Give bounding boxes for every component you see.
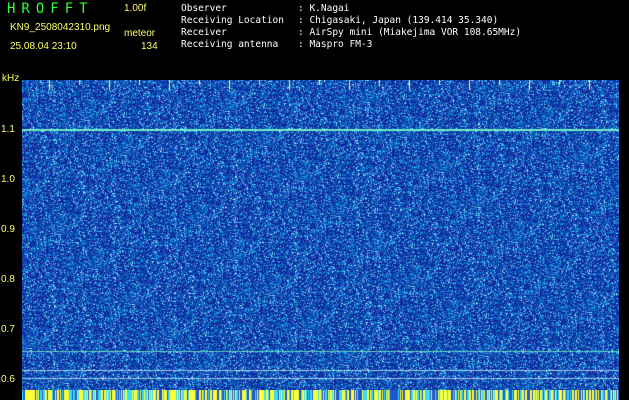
header-panel: HROFFT 1.00f KN9_2508042310.png meteor 2… [0, 0, 629, 80]
mode-label: meteor [124, 28, 156, 39]
y-tick-label: 1.1 [1, 124, 15, 135]
y-tick-label: 0.6 [1, 374, 15, 385]
y-tick-label: 0.8 [1, 274, 15, 285]
y-tick-label: 0.7 [1, 324, 15, 335]
datetime-label: 25.08.04 23:10 [10, 41, 77, 52]
station-info: Observer: K.Nagai Receiving Location: Ch… [181, 3, 521, 51]
info-row-observer: Observer: K.Nagai [181, 3, 350, 14]
app-title: HROFFT [7, 1, 94, 17]
spectrogram-canvas [22, 80, 619, 390]
y-tick-label: 0.9 [1, 224, 15, 235]
info-row-receiver: Receiver: AirSpy mini (Miakejima VOR 108… [181, 27, 522, 38]
info-row-antenna: Receiving antenna: Maspro FM-3 [181, 39, 373, 50]
signal-strength-bar [22, 390, 619, 400]
info-row-location: Receiving Location: Chigasaki, Japan (13… [181, 15, 499, 26]
y-axis-unit: kHz [2, 73, 20, 84]
version-label: 1.00f [124, 3, 147, 14]
y-tick-label: 1.0 [1, 174, 15, 185]
count-label: 134 [141, 41, 158, 52]
filename-label: KN9_2508042310.png [10, 22, 111, 33]
